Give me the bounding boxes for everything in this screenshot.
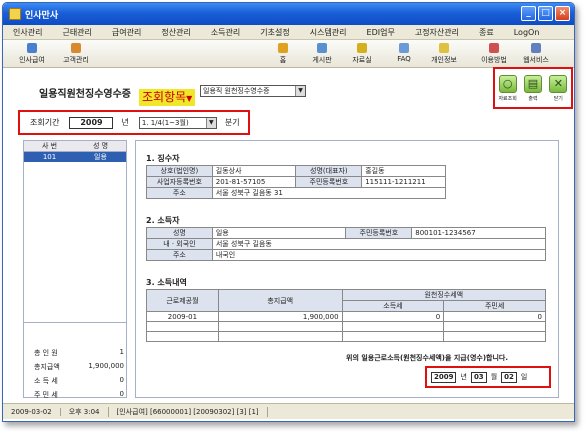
title-bar: 인사만사 _ □ ×: [3, 3, 574, 25]
period-filter: 조회기간 2009 년 1. 1/4(1~3월) ▼ 분기: [18, 110, 250, 135]
library-icon: [357, 43, 367, 53]
issue-day[interactable]: 02: [501, 371, 517, 383]
payer-table: 상호(법인명) 길동상사 성명(대표자) 홍길동 사업자등록번호 201-81-…: [146, 165, 447, 199]
menu-fixed-assets[interactable]: 고정자산관리: [405, 27, 469, 38]
quarter-select[interactable]: 1. 1/4(1~3월) ▼: [138, 116, 217, 129]
search-button[interactable]: ○ 자료조회: [497, 74, 519, 102]
period-label: 조회기간: [30, 118, 60, 127]
print-button[interactable]: ▤ 출력: [522, 74, 544, 102]
toolbar-personal[interactable]: 개인정보: [419, 43, 469, 65]
chevron-down-icon: ▼: [205, 117, 216, 128]
search-icon: ○: [498, 74, 517, 93]
summary-headcount: 총 인 원1: [34, 348, 124, 357]
col-emp-id: 사 번: [41, 142, 58, 150]
action-button-group: ○ 자료조회 ▤ 출력 ✕ 닫기: [493, 67, 573, 109]
emp-name: 일용: [94, 153, 107, 161]
summary-total-pay: 총지급액 1,900,000: [34, 362, 124, 371]
table-row: [146, 331, 546, 342]
list-empty-area: [24, 163, 126, 323]
list-item[interactable]: 101 일용: [24, 152, 126, 162]
section-income: 3. 소득내역: [146, 278, 187, 287]
year-input[interactable]: 2009: [69, 116, 114, 129]
report-type-select[interactable]: 일용직 원천징수영수증 ▼: [200, 85, 306, 97]
maximize-button[interactable]: □: [538, 6, 553, 21]
lookup-label: 조회항목▼: [139, 89, 196, 106]
payer-address: 서울 성북구 길음동 31: [211, 187, 447, 199]
menu-system[interactable]: 시스템관리: [300, 27, 357, 38]
board-icon: [317, 43, 327, 53]
earner-address: 내국인: [211, 249, 547, 261]
menu-income[interactable]: 소득관리: [201, 27, 250, 38]
income-table: 근로제공월 총지급액 원천징수세액 소득세 주민세 2009-01 1,900,…: [146, 289, 547, 342]
close-button[interactable]: ✕ 닫기: [547, 74, 569, 102]
table-row: 2009-01 1,900,000 0 0: [146, 311, 546, 322]
menu-attendance[interactable]: 근태관리: [52, 27, 101, 38]
close-icon: ✕: [549, 74, 568, 93]
quarter-unit: 분기: [224, 118, 240, 127]
employee-list-panel: 사 번 성 명 101 일용 총 인 원1 총지급액 1,900,000 소 득 …: [23, 140, 127, 399]
window-title: 인사만사: [25, 10, 59, 21]
status-date: 2009-03-02: [3, 407, 61, 416]
withholding-receipt: 1. 징수자 상호(법인명) 길동상사 성명(대표자) 홍길동 사업자등록번호 …: [135, 140, 559, 398]
howto-icon: [489, 43, 499, 53]
lookup-arrow-icon: ▼: [186, 94, 193, 103]
toolbar: 인사급여 고객관리 홈 게시판 자료실 FAQ 개인정보 이용방법 웹서비스: [3, 40, 574, 68]
earner-name: 일용: [211, 227, 347, 239]
menu-exit[interactable]: 종료: [469, 27, 504, 38]
section-payer: 1. 징수자: [146, 154, 180, 163]
table-row: [146, 321, 546, 332]
page-title: 일용직원천징수영수증: [39, 89, 131, 100]
year-unit: 년: [121, 118, 129, 127]
issue-date: 2009 년 03 월 02 일: [425, 366, 551, 388]
app-icon: [9, 8, 21, 20]
menu-hr[interactable]: 인사관리: [3, 27, 52, 38]
print-icon: ▤: [523, 74, 542, 93]
faq-icon: [399, 43, 409, 53]
close-window-button[interactable]: ×: [555, 6, 570, 21]
menu-edi[interactable]: EDI업무: [357, 27, 405, 38]
toolbar-customer[interactable]: 고객관리: [51, 43, 101, 65]
menu-payroll[interactable]: 급여관리: [102, 27, 151, 38]
payment-statement: 위의 일용근로소득(원천징수세액)을 지급(영수)합니다.: [346, 354, 509, 362]
earner-resident-number: 800101-1234567: [411, 227, 546, 239]
issue-month[interactable]: 03: [470, 371, 487, 383]
toolbar-webservice[interactable]: 웹서비스: [511, 43, 561, 65]
status-time: 오후 3:04: [61, 406, 109, 417]
earner-table: 성명 일용 주민등록번호 800101-1234567 내 · 외국인 서울 성…: [146, 227, 547, 261]
home-icon: [278, 43, 288, 53]
menu-bar: 인사관리 근태관리 급여관리 정산관리 소득관리 기초설정 시스템관리 EDI업…: [3, 25, 574, 40]
web-icon: [531, 43, 541, 53]
earner-nationality: 서울 성북구 길음동: [211, 238, 547, 250]
col-emp-name: 성 명: [92, 142, 109, 150]
section-earner: 2. 소득자: [146, 216, 180, 225]
payroll-icon: [27, 43, 37, 53]
customer-icon: [71, 43, 81, 53]
summary-income-tax: 소 득 세0: [34, 376, 124, 385]
summary-resident-tax: 주 민 세0: [34, 390, 124, 399]
menu-basic-settings[interactable]: 기초설정: [250, 27, 299, 38]
emp-id: 101: [42, 153, 57, 161]
issue-year[interactable]: 2009: [431, 371, 457, 383]
company-name: 길동상사: [211, 165, 297, 177]
status-bar: 2009-03-02 오후 3:04 [인사급여] [66000001] [20…: [3, 403, 574, 419]
status-info: [인사급여] [66000001] [20090302] [3] [1]: [109, 406, 268, 417]
chevron-down-icon: ▼: [295, 86, 305, 96]
list-header: 사 번 성 명: [24, 141, 126, 152]
business-number: 201-81-57105: [211, 176, 297, 188]
menu-logon[interactable]: LogOn: [504, 28, 550, 37]
key-icon: [439, 43, 449, 53]
toolbar-hr-payroll[interactable]: 인사급여: [7, 43, 57, 65]
minimize-button[interactable]: _: [521, 6, 536, 21]
menu-settlement[interactable]: 정산관리: [151, 27, 200, 38]
resident-number: 115111-1211211: [361, 176, 446, 188]
ceo-name: 홍길동: [361, 165, 446, 177]
